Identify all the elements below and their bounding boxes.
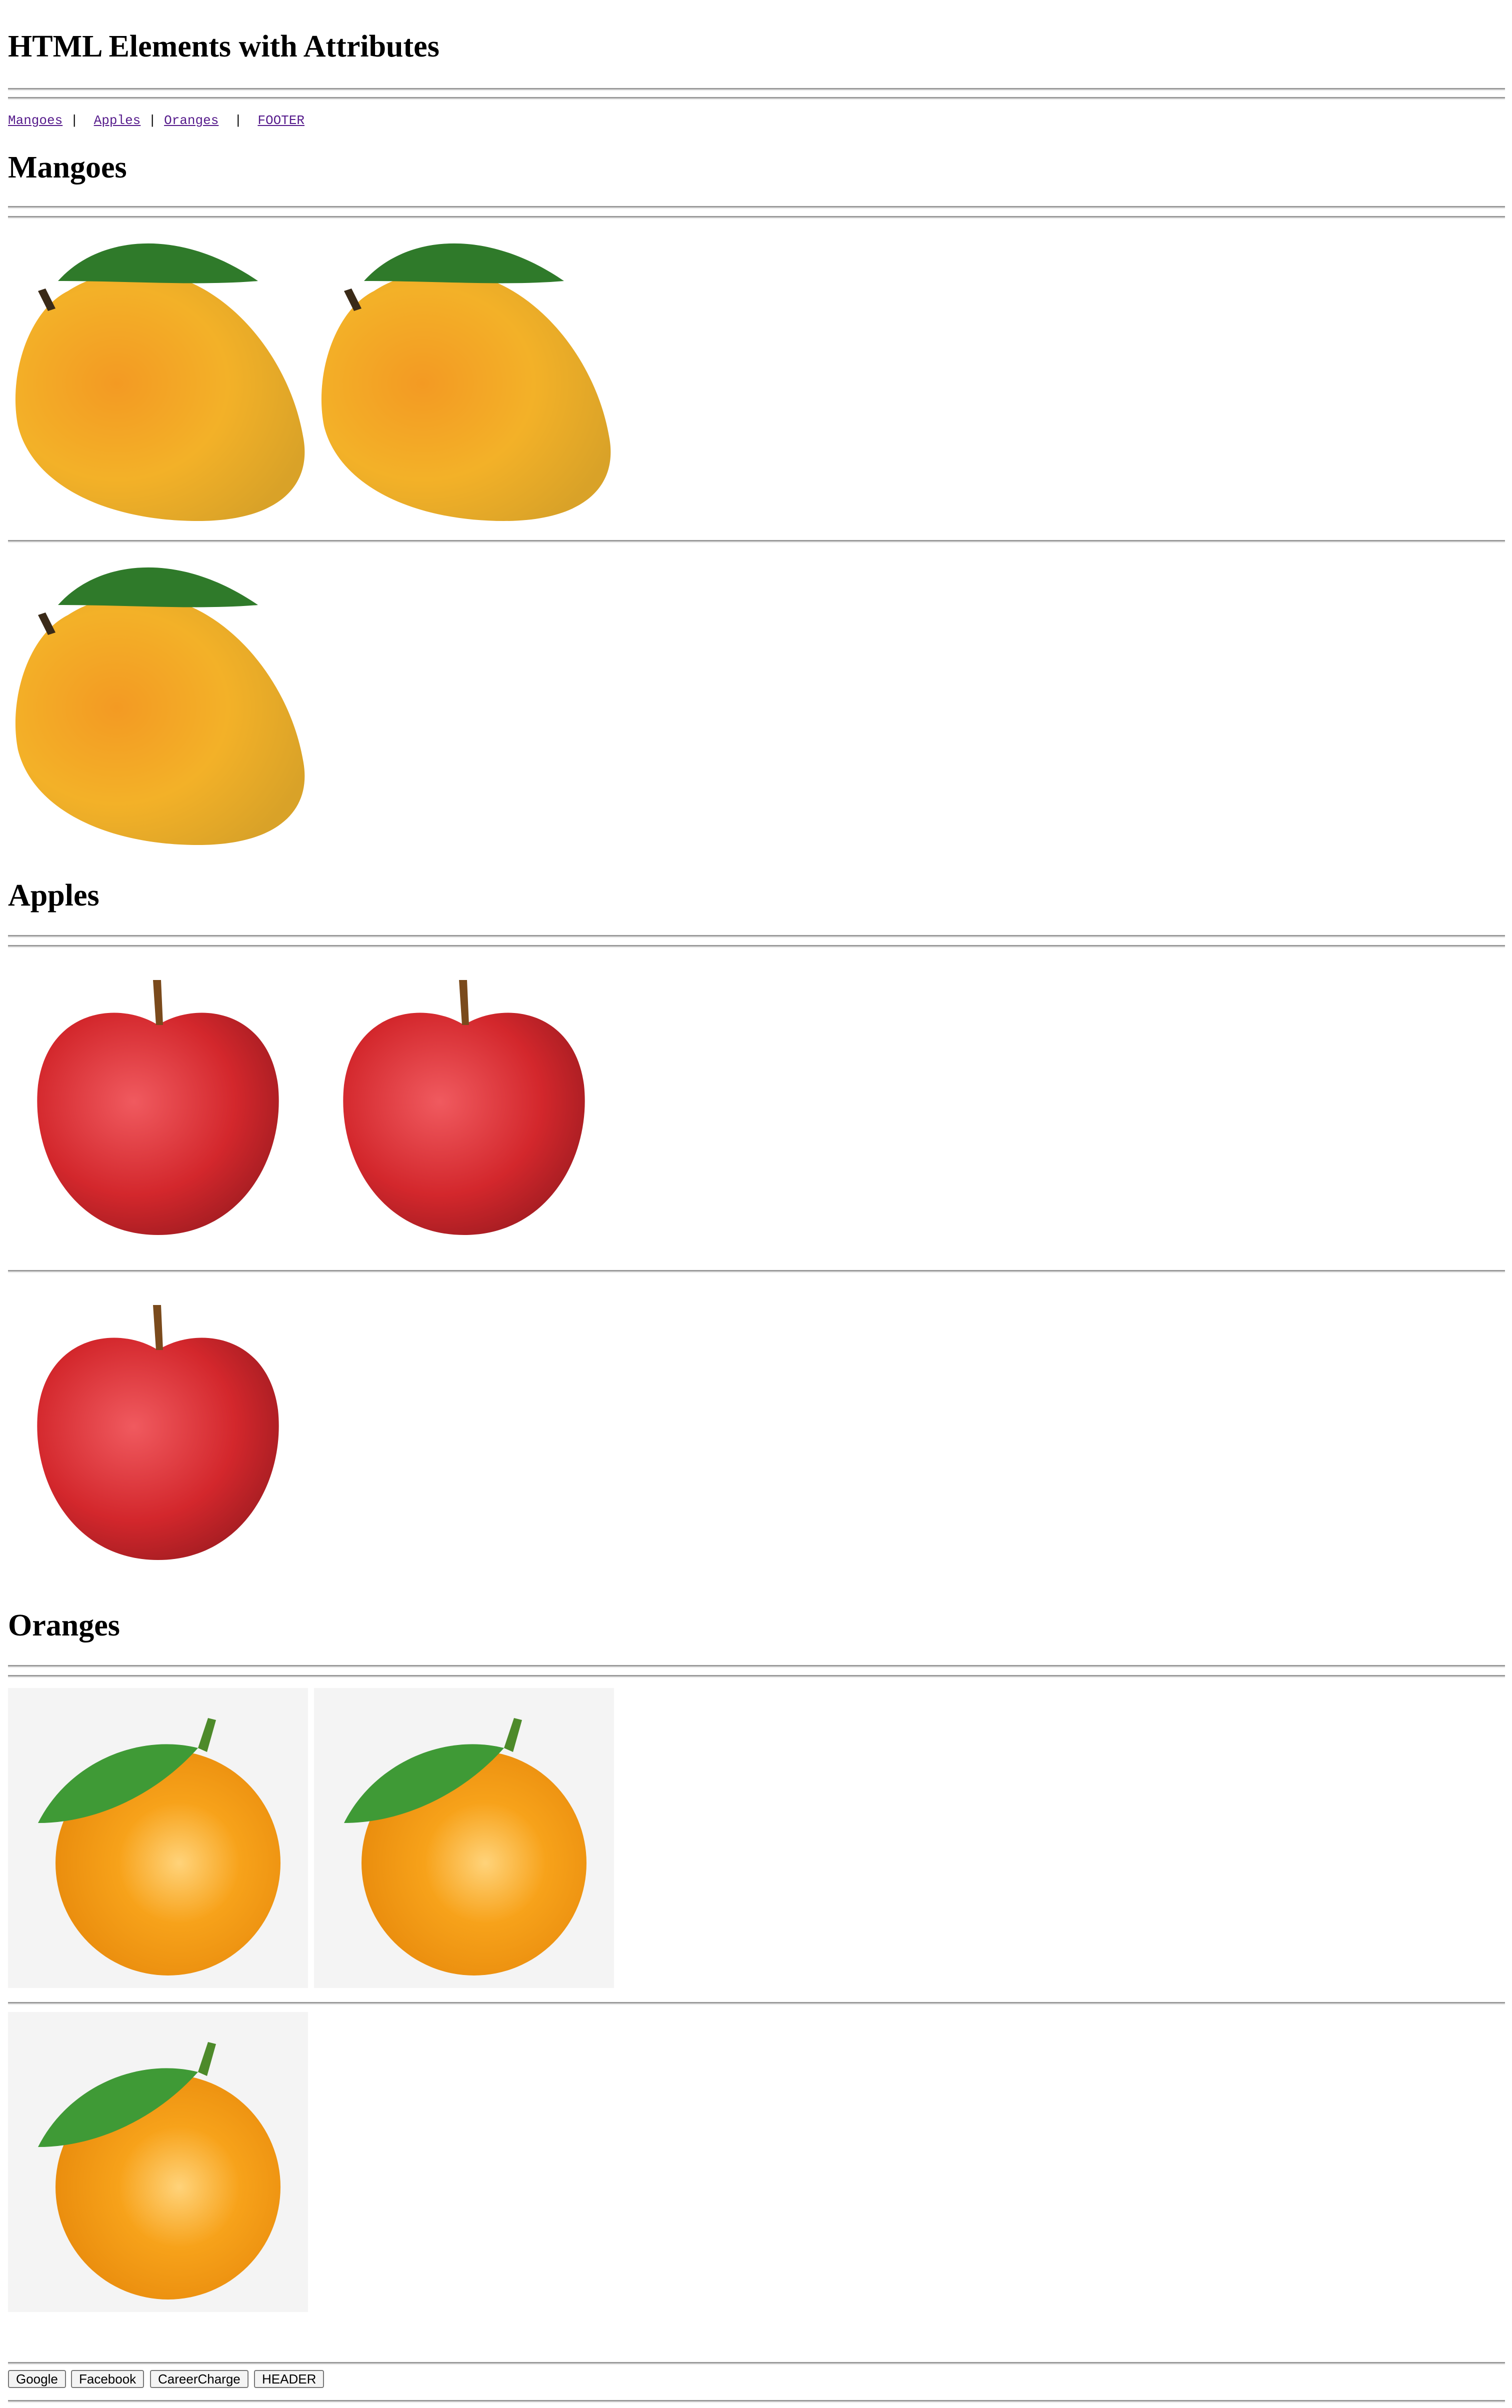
divider — [8, 1665, 1505, 1668]
apple-image — [314, 955, 614, 1255]
divider — [8, 216, 1505, 219]
divider — [8, 2400, 1505, 2403]
divider — [8, 540, 1505, 543]
nav-separator: | — [148, 113, 156, 128]
careercharge-button[interactable]: CareerCharge — [150, 2370, 248, 2388]
divider — [8, 206, 1505, 209]
divider — [8, 1675, 1505, 1678]
mango-image — [8, 550, 308, 850]
header-button[interactable]: HEADER — [254, 2370, 324, 2388]
divider — [8, 945, 1505, 948]
apple-image — [8, 1280, 308, 1580]
divider — [8, 2362, 1505, 2365]
section-heading-mangoes: Mangoes — [8, 150, 127, 184]
nav-link-mangoes[interactable]: Mangoes — [8, 113, 62, 128]
nav-bar: Mangoes | Apples | Oranges | FOOTER — [8, 113, 304, 128]
apple-image — [8, 955, 308, 1255]
mango-image — [8, 226, 308, 526]
section-heading-oranges: Oranges — [8, 1608, 120, 1642]
divider — [8, 97, 1505, 100]
nav-separator: | — [70, 113, 78, 128]
nav-link-footer[interactable]: FOOTER — [258, 113, 304, 128]
nav-separator: | — [234, 113, 242, 128]
facebook-button[interactable]: Facebook — [71, 2370, 144, 2388]
nav-link-oranges[interactable]: Oranges — [164, 113, 218, 128]
google-button[interactable]: Google — [8, 2370, 66, 2388]
divider — [8, 2002, 1505, 2005]
section-heading-apples: Apples — [8, 878, 100, 912]
mango-image — [314, 226, 614, 526]
orange-image — [8, 2012, 308, 2312]
divider — [8, 935, 1505, 938]
orange-image — [8, 1688, 308, 1988]
divider — [8, 1270, 1505, 1273]
orange-image — [314, 1688, 614, 1988]
nav-link-apples[interactable]: Apples — [94, 113, 141, 128]
page-title: HTML Elements with Attributes — [8, 30, 440, 64]
divider — [8, 88, 1505, 91]
